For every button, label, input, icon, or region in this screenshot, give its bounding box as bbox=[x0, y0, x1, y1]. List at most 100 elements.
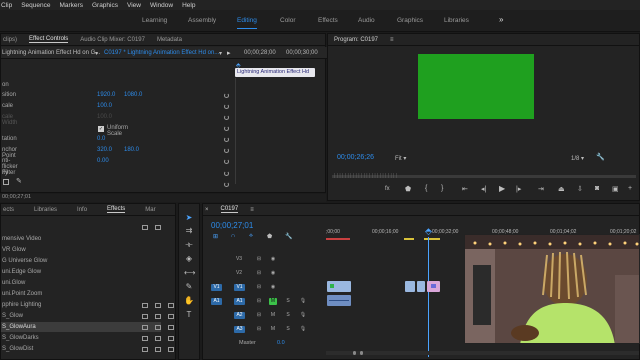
reset-icon[interactable] bbox=[224, 182, 229, 187]
tab-markers[interactable]: Mar bbox=[145, 207, 155, 213]
reset-icon[interactable] bbox=[224, 148, 229, 153]
workspace-tab-color[interactable]: Color bbox=[280, 17, 296, 24]
solo-button-a2[interactable]: S bbox=[284, 312, 292, 319]
program-monitor-title[interactable]: Program: C0197 bbox=[330, 37, 378, 43]
reset-icon[interactable] bbox=[224, 159, 229, 164]
mark-in-icon[interactable]: { bbox=[425, 185, 427, 192]
solo-button-a3[interactable]: S bbox=[284, 326, 292, 333]
workspace-tab-effects[interactable]: Effects bbox=[318, 17, 338, 24]
close-icon[interactable]: × bbox=[205, 207, 209, 213]
program-timecode[interactable]: 00;00;26;26 bbox=[337, 154, 374, 161]
list-item[interactable]: uni.Point Zoom bbox=[1, 289, 161, 299]
type-tool-icon[interactable]: T bbox=[184, 310, 194, 319]
snap-icon[interactable]: ∩ bbox=[231, 233, 235, 239]
extract-icon[interactable]: ⇩ bbox=[577, 185, 583, 193]
playhead-handle-icon[interactable]: ⬘ bbox=[425, 227, 432, 236]
reset-icon[interactable] bbox=[224, 115, 229, 120]
linked-selection-icon[interactable]: ⟡ bbox=[249, 233, 253, 240]
workspace-tab-learning[interactable]: Learning bbox=[142, 17, 167, 24]
mute-button-a3[interactable]: M bbox=[269, 326, 277, 333]
menu-help[interactable]: Help bbox=[182, 2, 195, 9]
scrollbar-handle-right[interactable] bbox=[360, 351, 363, 355]
tab-info[interactable]: Info bbox=[77, 207, 87, 213]
track-label-a3[interactable]: A3 bbox=[234, 326, 245, 333]
workspace-tab-graphics[interactable]: Graphics bbox=[397, 17, 423, 24]
microphone-icon[interactable]: 🎙 bbox=[299, 312, 307, 319]
master-volume-value[interactable]: 0.0 bbox=[277, 340, 285, 346]
list-item[interactable]: mensive Video bbox=[1, 234, 161, 244]
menu-clip[interactable]: Clip bbox=[1, 2, 12, 9]
workspace-tab-assembly[interactable]: Assembly bbox=[188, 17, 216, 24]
track-label-a2[interactable]: A2 bbox=[234, 312, 245, 319]
scrollbar-handle-left[interactable] bbox=[353, 351, 356, 355]
list-item[interactable]: uni.Glow bbox=[1, 278, 161, 288]
resolution-select[interactable]: 1/8 ▾ bbox=[571, 155, 584, 162]
list-item[interactable]: VR Glow bbox=[1, 245, 161, 255]
tab-clips[interactable]: clips) bbox=[3, 37, 17, 43]
position-x-value[interactable]: 1920.0 bbox=[97, 92, 115, 98]
tab-libraries[interactable]: Libraries bbox=[34, 207, 57, 213]
anchor-x-value[interactable]: 320.0 bbox=[97, 147, 112, 153]
export-frame-icon[interactable]: ◙ bbox=[595, 185, 599, 192]
ripple-edit-tool-icon[interactable]: ⟛ bbox=[184, 240, 194, 250]
eye-icon[interactable]: ◉ bbox=[269, 284, 277, 291]
list-item-selected[interactable]: S_GlowAura bbox=[1, 322, 161, 332]
chevron-down-icon[interactable]: ▾ bbox=[95, 50, 98, 57]
menu-graphics[interactable]: Graphics bbox=[92, 2, 118, 9]
hand-tool-icon[interactable]: ✋ bbox=[184, 296, 194, 305]
lift-icon[interactable]: ⏏ bbox=[558, 185, 565, 193]
tab-audio-clip-mixer[interactable]: Audio Clip Mixer: C0197 bbox=[80, 37, 145, 43]
reset-icon[interactable] bbox=[224, 171, 229, 176]
microphone-icon[interactable]: 🎙 bbox=[299, 326, 307, 333]
play-icon[interactable]: ▶ bbox=[499, 184, 505, 193]
tab-sequence[interactable]: C0197 bbox=[220, 206, 239, 213]
source-patch-a1[interactable]: A1 bbox=[211, 298, 222, 305]
track-label-a1[interactable]: A1 bbox=[234, 298, 245, 305]
list-item[interactable]: uni.Edge Glow bbox=[1, 267, 161, 277]
solo-button-a1[interactable]: S bbox=[284, 298, 292, 305]
scale-value[interactable]: 100.0 bbox=[97, 103, 112, 109]
panel-menu-icon[interactable]: ≡ bbox=[250, 207, 254, 213]
microphone-icon[interactable]: 🎙 bbox=[299, 298, 307, 305]
add-marker-icon[interactable]: ⬟ bbox=[267, 233, 272, 240]
zoom-level-select[interactable]: Fit ▾ bbox=[395, 155, 406, 162]
reset-icon[interactable] bbox=[224, 137, 229, 142]
go-to-out-icon[interactable]: ⇥ bbox=[538, 185, 544, 193]
mute-button-a2[interactable]: M bbox=[269, 312, 277, 319]
tab-effects-short[interactable]: ects bbox=[3, 207, 14, 213]
timeline-settings-icon[interactable]: 🔧 bbox=[285, 233, 292, 240]
razor-tool-icon[interactable]: ◈ bbox=[184, 254, 194, 263]
workspace-tab-libraries[interactable]: Libraries bbox=[444, 17, 469, 24]
marker-icon[interactable]: ⬟ bbox=[405, 185, 411, 193]
wrench-icon[interactable]: 🔧 bbox=[596, 153, 605, 161]
video-clip[interactable] bbox=[327, 281, 351, 292]
track-label-v1[interactable]: V1 bbox=[234, 284, 245, 291]
mute-button-a1[interactable]: M bbox=[269, 298, 277, 305]
list-item[interactable]: S_GlowDarks bbox=[1, 333, 161, 343]
workspace-tab-audio[interactable]: Audio bbox=[358, 17, 375, 24]
reset-icon[interactable] bbox=[224, 93, 229, 98]
list-item[interactable]: pphire Lighting bbox=[1, 300, 161, 310]
sync-lock-icon[interactable]: ⊟ bbox=[255, 298, 263, 305]
pen-tool-icon[interactable]: ✎ bbox=[16, 177, 22, 185]
timeline-horizontal-scrollbar[interactable] bbox=[326, 351, 639, 355]
sync-lock-icon[interactable]: ⊟ bbox=[255, 326, 263, 333]
add-button-icon[interactable]: + bbox=[628, 185, 632, 192]
selection-tool-icon[interactable]: ➤ bbox=[184, 213, 194, 222]
eye-icon[interactable]: ◉ bbox=[269, 270, 277, 277]
fx-icon[interactable]: fx bbox=[385, 186, 390, 192]
adjustment-clip[interactable] bbox=[427, 281, 440, 292]
mini-playhead-icon[interactable]: ⬘ bbox=[236, 62, 241, 69]
go-to-in-icon[interactable]: ⇤ bbox=[462, 185, 468, 193]
menu-view[interactable]: View bbox=[127, 2, 141, 9]
track-select-tool-icon[interactable]: ⇉ bbox=[184, 226, 194, 235]
uniform-scale-checkbox[interactable]: ✓ bbox=[98, 126, 104, 132]
reset-icon[interactable] bbox=[224, 104, 229, 109]
slip-tool-icon[interactable]: ⟷ bbox=[184, 268, 195, 277]
list-item[interactable]: S_GlowDist bbox=[1, 344, 161, 354]
list-item[interactable]: S_Glow bbox=[1, 311, 161, 321]
tab-effect-controls[interactable]: Effect Controls bbox=[29, 36, 69, 43]
menu-markers[interactable]: Markers bbox=[59, 2, 82, 9]
source-patch-v1[interactable]: V1 bbox=[211, 284, 222, 291]
step-back-icon[interactable]: ◂| bbox=[481, 185, 486, 193]
